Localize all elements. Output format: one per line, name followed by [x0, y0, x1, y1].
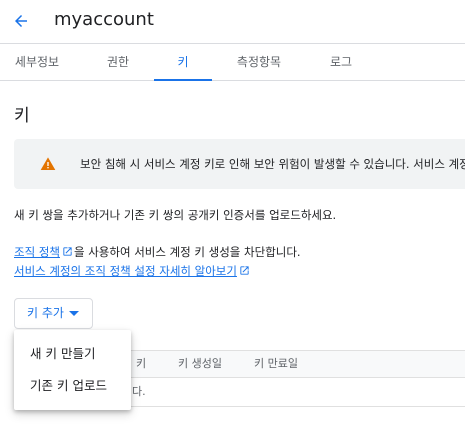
back-button[interactable]: [8, 8, 34, 34]
section-title: 키: [14, 106, 30, 126]
column-key: 키: [136, 357, 147, 370]
learn-more-link[interactable]: 서비스 계정의 조직 정책 설정 자세히 알아보기: [14, 264, 237, 278]
menu-item-create-new-key[interactable]: 새 키 만들기: [14, 338, 131, 370]
tab-keys[interactable]: 키: [154, 44, 212, 81]
header: myaccount: [0, 0, 465, 44]
column-created: 키 생성일: [178, 357, 222, 370]
warning-icon: [40, 157, 56, 170]
policy-text: 을 사용하여 서비스 계정 키 생성을 차단합니다.: [73, 245, 301, 259]
menu-item-label: 새 키 만들기: [30, 346, 96, 361]
add-key-label: 키 추가: [27, 306, 64, 320]
warning-text: 보안 침해 시 서비스 계정 키로 인해 보안 위험이 발생할 수 있습니다. …: [80, 157, 465, 171]
tab-bar: 세부정보 권한 키 측정항목 로그: [0, 44, 465, 81]
tab-metrics[interactable]: 측정항목: [236, 44, 282, 80]
arrow-drop-down-icon: [69, 311, 79, 316]
page: myaccount 세부정보 권한 키 측정항목 로그 키 보안 침해 시 서비…: [0, 0, 465, 438]
page-title: myaccount: [54, 9, 154, 30]
empty-message: 다.: [132, 385, 146, 398]
menu-item-label: 기존 키 업로드: [30, 378, 107, 393]
arrow-back-icon: [15, 15, 27, 27]
policy-line: 조직 정책 을 사용하여 서비스 계정 키 생성을 차단합니다.: [14, 243, 301, 261]
keys-description: 새 키 쌍을 추가하거나 기존 키 쌍의 공개키 인증서를 업로드하세요.: [14, 208, 337, 222]
external-link-icon: [240, 266, 249, 275]
warning-banner: 보안 침해 시 서비스 계정 키로 인해 보안 위험이 발생할 수 있습니다. …: [14, 139, 465, 189]
tab-logs[interactable]: 로그: [329, 44, 353, 80]
external-link-icon: [63, 247, 72, 256]
add-key-button[interactable]: 키 추가: [14, 298, 93, 329]
add-key-menu: 새 키 만들기 기존 키 업로드: [14, 330, 131, 410]
column-expires: 키 만료일: [254, 357, 298, 370]
menu-item-upload-existing-key[interactable]: 기존 키 업로드: [14, 370, 131, 402]
tab-permissions[interactable]: 권한: [104, 44, 132, 80]
policy-learn-more-line: 서비스 계정의 조직 정책 설정 자세히 알아보기: [14, 262, 251, 280]
tab-details[interactable]: 세부정보: [14, 44, 60, 80]
org-policy-link[interactable]: 조직 정책: [14, 245, 60, 259]
